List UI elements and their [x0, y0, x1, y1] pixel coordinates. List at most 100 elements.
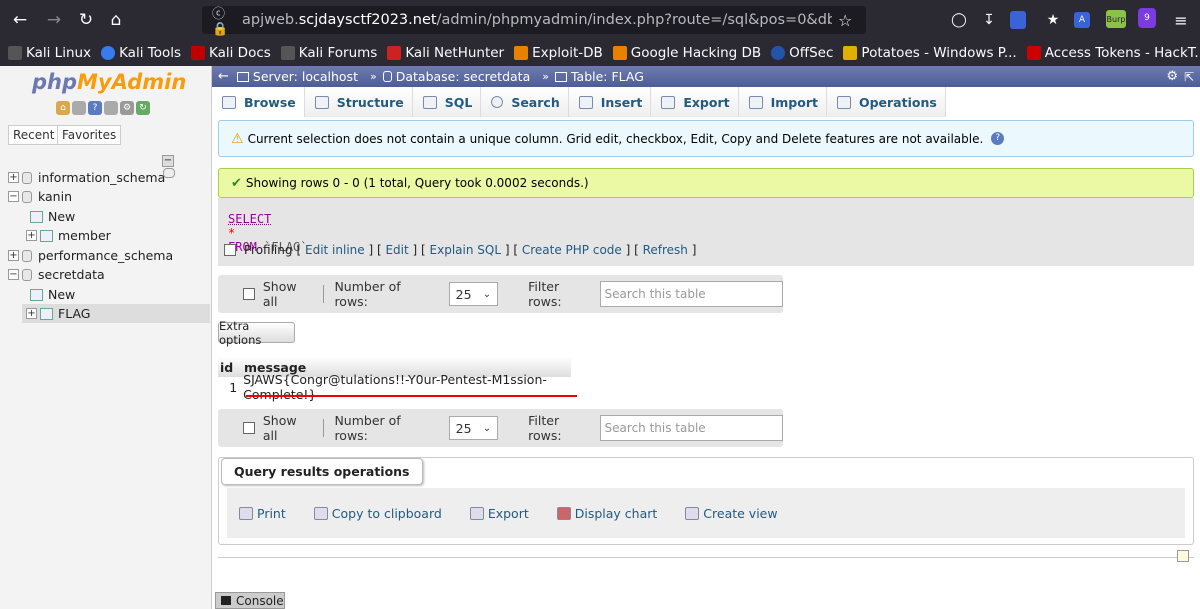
logo-php: php	[32, 70, 78, 94]
extra-options-button[interactable]: Extra options	[218, 319, 295, 347]
copy-to-clipboard-button[interactable]: Copy to clipboard	[313, 506, 442, 521]
reload-icon[interactable]: ↻	[74, 8, 98, 32]
bookmark-label: Potatoes - Windows P...	[861, 45, 1017, 61]
create-php-code-link[interactable]: Create PHP code	[522, 243, 622, 257]
tree-db-secretdata[interactable]: − secretdata	[8, 265, 105, 284]
bookmark-exploit-db[interactable]: Exploit-DB	[514, 45, 603, 61]
table-navigation-top: Show all Number of rows: 25 ⌄ Filter rows…	[218, 275, 783, 313]
expand-icon[interactable]: +	[26, 230, 37, 241]
breadcrumb-table[interactable]: Table: FLAG	[554, 69, 644, 84]
url-input[interactable]: ⓒ 🔒 apjweb.scjdaysctf2023.net/admin/phpm…	[202, 3, 866, 37]
collapse-icon[interactable]: −	[8, 191, 19, 202]
exploit-db-icon	[514, 46, 529, 60]
tab-operations[interactable]: Operations	[826, 87, 946, 117]
tree-table-flag[interactable]: + FLAG	[22, 304, 210, 323]
rows-select[interactable]: 25 ⌄	[448, 282, 499, 306]
tree-table-member[interactable]: + member	[26, 226, 111, 245]
tab-structure[interactable]: Structure	[304, 87, 413, 117]
bookmark-access-tokens[interactable]: Access Tokens - HackT...	[1026, 45, 1200, 61]
pocket-icon[interactable]: ◯	[948, 9, 970, 31]
profiling-checkbox[interactable]	[224, 244, 236, 256]
filter-input[interactable]: Search this table	[599, 415, 783, 441]
create-view-label: Create view	[703, 505, 778, 521]
tab-sql[interactable]: SQL	[412, 87, 482, 117]
site-info-icon[interactable]: ⓒ 🔒	[212, 3, 242, 37]
expand-icon[interactable]: +	[26, 308, 37, 319]
home-icon[interactable]: ⌂	[56, 101, 70, 115]
table-icon	[40, 229, 53, 242]
tab-favorites[interactable]: Favorites	[57, 125, 122, 145]
create-view-button[interactable]: Create view	[685, 505, 778, 521]
bookmark-offsec[interactable]: OffSec	[771, 45, 833, 61]
burp-icon[interactable]: Burp	[1106, 10, 1126, 28]
collapse-icon[interactable]: −	[8, 269, 19, 280]
expand-icon[interactable]: +	[8, 250, 19, 261]
forward-icon[interactable]: →	[42, 8, 66, 32]
explain-sql-link[interactable]: Explain SQL	[430, 243, 502, 257]
settings-icon[interactable]: ⚙	[120, 101, 134, 115]
bookmark-kali-linux[interactable]: Kali Linux	[8, 45, 91, 61]
show-all-checkbox[interactable]	[243, 288, 255, 300]
tree-secretdata-new[interactable]: New	[30, 285, 75, 304]
tab-recent[interactable]: Recent	[8, 125, 60, 145]
tree-db-information-schema[interactable]: + information_schema	[8, 168, 165, 187]
extension-shield-icon[interactable]	[1010, 11, 1026, 29]
column-header-id[interactable]: id	[218, 360, 244, 375]
display-chart-button[interactable]: Display chart	[556, 506, 657, 521]
breadcrumb-server[interactable]: Server: localhost	[236, 69, 358, 84]
refresh-link[interactable]: Refresh	[643, 243, 688, 257]
bookmark-kali-tools[interactable]: Kali Tools	[101, 45, 181, 61]
tab-browse[interactable]: Browse	[212, 87, 305, 117]
tab-export[interactable]: Export	[651, 87, 739, 117]
bookmark-kali-docs[interactable]: Kali Docs	[191, 45, 271, 61]
collapse-all-icon[interactable]: −	[162, 152, 190, 178]
breadcrumb-database-label: Database: secretdata	[395, 69, 531, 84]
help-icon[interactable]: ?	[88, 101, 102, 115]
tree-db-performance-schema[interactable]: + performance_schema	[8, 246, 173, 265]
extension-badge-icon[interactable]: 9	[1138, 8, 1156, 28]
maximize-icon[interactable]: ⇱	[1184, 70, 1194, 84]
translate-icon[interactable]: A	[1074, 12, 1090, 28]
bookmark-kali-nethunter[interactable]: Kali NetHunter	[387, 45, 504, 61]
console-button[interactable]: Console	[215, 592, 285, 609]
browse-icon	[222, 95, 236, 109]
bookmark-star-icon[interactable]: ☆	[838, 11, 852, 30]
navigation-panel: phpMyAdmin ⌂ ? ⚙ ↻ Recent Favorites − + i…	[0, 66, 212, 609]
kali-dragon-icon	[8, 46, 22, 60]
tree-db-kanin[interactable]: − kanin	[8, 187, 72, 206]
tab-insert[interactable]: Insert	[568, 87, 652, 117]
downloads-icon[interactable]: ↧	[978, 9, 1000, 31]
insert-icon	[578, 95, 593, 109]
filter-input[interactable]: Search this table	[599, 281, 783, 307]
help-icon[interactable]: ?	[991, 132, 1005, 145]
bookmark-kali-forums[interactable]: Kali Forums	[280, 45, 377, 61]
logout-icon[interactable]	[72, 101, 86, 115]
tab-import[interactable]: Import	[738, 87, 827, 117]
qro-operations-row: Print Copy to clipboard Export Display c…	[227, 488, 1185, 538]
print-button[interactable]: Print	[239, 506, 286, 521]
docs-icon[interactable]	[104, 101, 118, 115]
edit-inline-link[interactable]: Edit inline	[305, 243, 365, 257]
settings-gear-icon[interactable]: ⚙	[1166, 69, 1178, 84]
tree-kanin-new[interactable]: New	[30, 207, 75, 226]
bookmark-potatoes[interactable]: Potatoes - Windows P...	[843, 45, 1017, 61]
back-icon[interactable]: ←	[8, 8, 32, 32]
expand-icon[interactable]: +	[8, 172, 19, 183]
show-all-checkbox[interactable]	[243, 422, 255, 434]
profiling-label: Profiling	[244, 243, 293, 257]
extension-puzzle-icon[interactable]: ★	[1042, 9, 1064, 31]
collapse-nav-icon[interactable]: ←	[218, 69, 229, 84]
tab-search[interactable]: Search	[481, 87, 569, 117]
reload-nav-icon[interactable]: ↻	[136, 101, 150, 115]
edit-link[interactable]: Edit	[385, 243, 408, 257]
home-icon[interactable]: ⌂	[104, 8, 128, 32]
bookmark-ghdb[interactable]: Google Hacking DB	[612, 45, 761, 61]
breadcrumb-table-label: Table: FLAG	[570, 69, 644, 84]
view-icon	[685, 506, 700, 520]
export-button[interactable]: Export	[469, 506, 529, 521]
page-settings-icon[interactable]	[1177, 550, 1189, 562]
phpmyadmin-logo[interactable]: phpMyAdmin	[32, 70, 186, 94]
rows-select[interactable]: 25 ⌄	[448, 416, 499, 440]
menu-icon[interactable]: ≡	[1170, 9, 1192, 31]
breadcrumb-database[interactable]: Database: secretdata	[382, 69, 531, 84]
